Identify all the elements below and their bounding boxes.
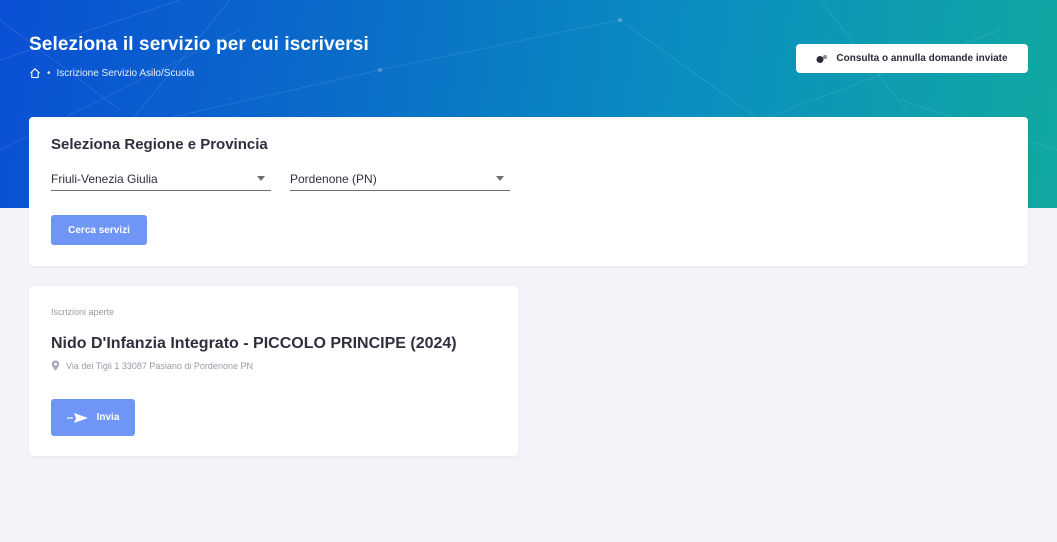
page-title: Seleziona il servizio per cui iscriversi: [29, 34, 369, 55]
service-address-text: Via dei Tigli 1 33087 Pasiano di Pordeno…: [66, 360, 253, 371]
service-card: Iscrizioni aperte Nido D'Infanzia Integr…: [29, 286, 518, 456]
breadcrumb-separator: •: [47, 67, 51, 79]
toggle-icon: [816, 54, 828, 64]
send-icon: [66, 412, 89, 424]
consult-cancel-button[interactable]: Consulta o annulla domande inviate: [796, 44, 1028, 73]
region-card-title: Seleziona Regione e Provincia: [51, 136, 268, 153]
consult-cancel-label: Consulta o annulla domande inviate: [836, 53, 1008, 64]
service-address: Via dei Tigli 1 33087 Pasiano di Pordeno…: [51, 360, 253, 371]
province-select-value: Pordenone (PN): [290, 171, 377, 186]
breadcrumb-current: Iscrizione Servizio Asilo/Scuola: [56, 67, 195, 79]
province-select[interactable]: Pordenone (PN): [290, 167, 510, 191]
search-services-button[interactable]: Cerca servizi: [51, 215, 147, 245]
send-button-label: Invia: [96, 412, 120, 423]
region-province-card: Seleziona Regione e Provincia Friuli-Ven…: [29, 117, 1028, 266]
home-icon[interactable]: [29, 67, 41, 79]
service-name: Nido D'Infanzia Integrato - PICCOLO PRIN…: [51, 335, 457, 352]
chevron-down-icon: [496, 176, 504, 181]
region-select-value: Friuli-Venezia Giulia: [51, 171, 158, 186]
breadcrumb: • Iscrizione Servizio Asilo/Scuola: [29, 67, 194, 79]
map-pin-icon: [51, 360, 60, 371]
send-button[interactable]: Invia: [51, 399, 135, 436]
region-select[interactable]: Friuli-Venezia Giulia: [51, 167, 271, 191]
enrollment-status: Iscrizioni aperte: [51, 307, 115, 317]
chevron-down-icon: [257, 176, 265, 181]
